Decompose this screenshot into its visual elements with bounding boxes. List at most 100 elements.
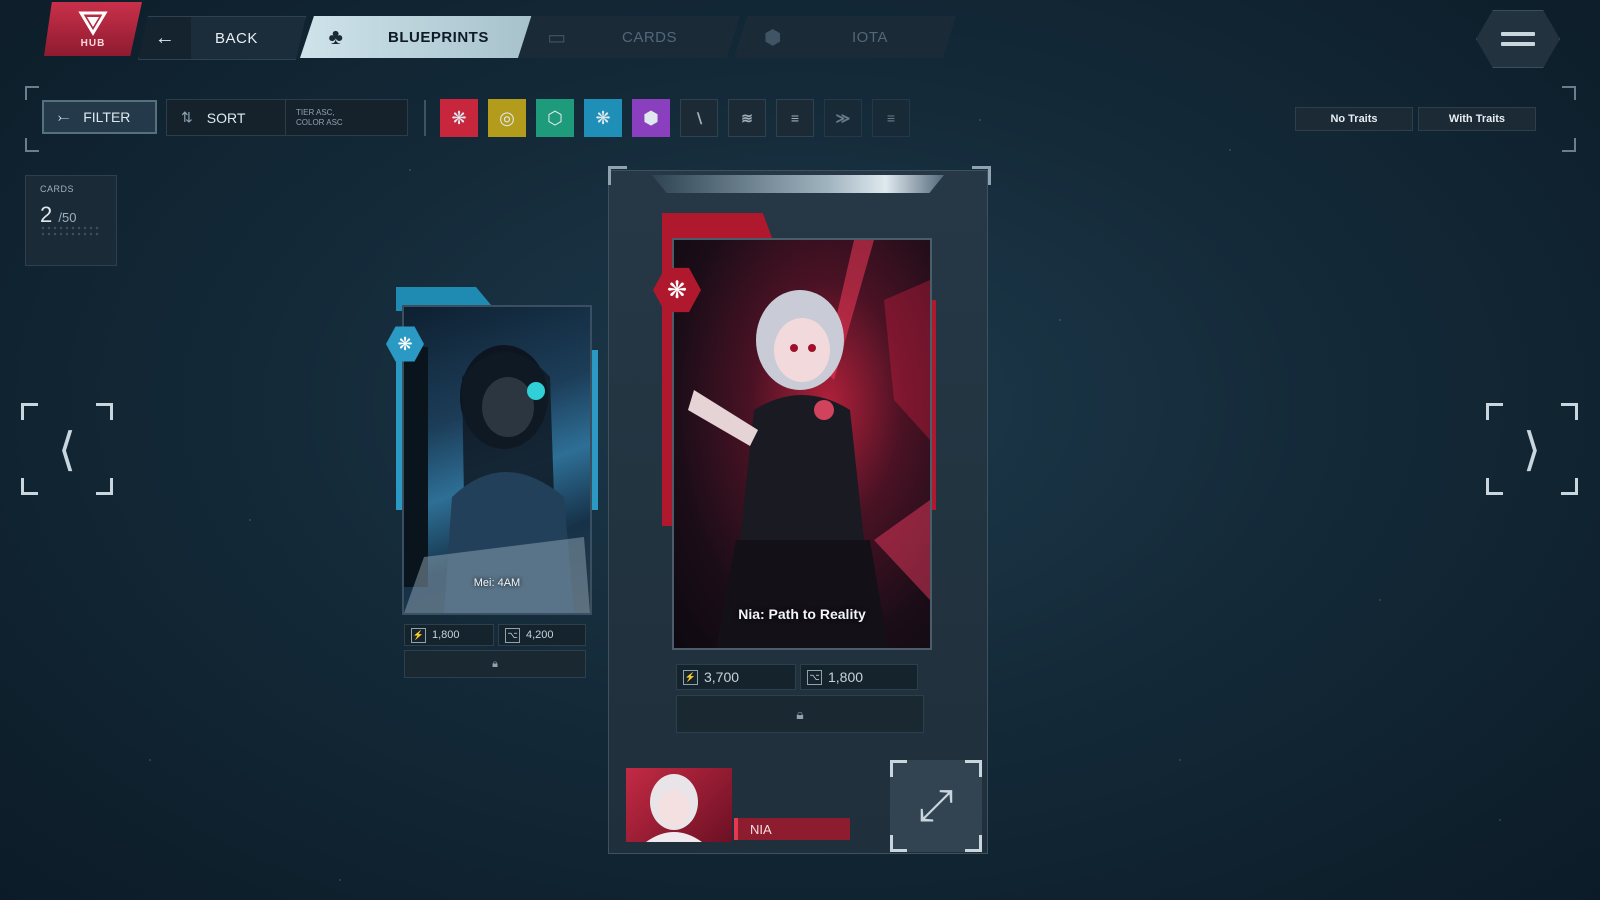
menu-button[interactable]: [1476, 10, 1560, 68]
card-mei-power-stat: ⚡ 1,800: [404, 624, 494, 646]
tab-iota-label: IOTA: [852, 28, 888, 46]
color-filter-green[interactable]: ⬡: [536, 99, 574, 137]
toolbar-bracket: [1562, 86, 1576, 100]
sort-value-line2: COLOR ASC: [296, 117, 343, 127]
panel-top-bar: [652, 175, 944, 193]
counter-dots-decoration: [40, 225, 100, 239]
card-mei-lock-bar[interactable]: 🔒︎: [404, 650, 586, 678]
card-nia-power-value: 3,700: [704, 669, 740, 685]
cost-grid-icon: ⌥: [807, 669, 822, 685]
sort-icon: ⇅: [181, 109, 193, 125]
tier-filter-2[interactable]: ≋: [728, 99, 766, 137]
toolbar-divider: [424, 100, 426, 136]
arrow-bracket: [96, 403, 113, 420]
filter-label: FILTER: [83, 109, 131, 125]
toolbar-bracket: [25, 138, 39, 152]
card-nia-stats: ⚡ 3,700 ⌥ 1,800: [676, 664, 918, 690]
card-nia-power-stat: ⚡ 3,700: [676, 664, 796, 690]
tier-filter-1[interactable]: ∖: [680, 99, 718, 137]
no-traits-label: No Traits: [1330, 113, 1378, 125]
hub-button[interactable]: HUB: [44, 2, 142, 56]
counter-total: /50: [58, 210, 77, 225]
lock-icon: 🔒︎: [492, 657, 498, 670]
tier-5-icon: ≡: [886, 110, 896, 126]
card-mei[interactable]: Mei: 4AM: [402, 305, 592, 615]
arrow-bracket: [1486, 403, 1503, 420]
menu-line-icon: [1501, 32, 1535, 36]
color-filter-gold[interactable]: ◎: [488, 99, 526, 137]
next-arrow-button[interactable]: ⟩: [1486, 403, 1578, 495]
tab-cards[interactable]: ▭ CARDS: [518, 16, 740, 58]
card-nia-cost-stat: ⌥ 1,800: [800, 664, 918, 690]
sort-button[interactable]: ⇅ SORT TIER ASC, COLOR ASC: [166, 99, 408, 136]
cost-grid-icon: ⌥: [505, 627, 520, 643]
with-traits-label: With Traits: [1448, 113, 1506, 125]
cyan-grid-icon: ❋: [397, 333, 413, 354]
toolbar-bracket: [1562, 138, 1576, 152]
back-arrow-icon: ←: [154, 26, 176, 49]
tier-filter-3[interactable]: ≡: [776, 99, 814, 137]
tab-iota[interactable]: ⬢ IOTA: [734, 16, 956, 58]
hub-label: HUB: [80, 37, 106, 49]
expand-bracket: [965, 760, 982, 777]
back-label: BACK: [215, 29, 258, 47]
expand-bracket: [965, 835, 982, 852]
color-filter-purple[interactable]: ⬢: [632, 99, 670, 137]
color-filter-red[interactable]: ❋: [440, 99, 478, 137]
tab-blueprints-label: BLUEPRINTS: [388, 28, 489, 46]
back-button[interactable]: ← BACK: [138, 16, 306, 60]
card-nia-cost-value: 1,800: [828, 669, 864, 685]
tier-3-icon: ≡: [790, 110, 800, 126]
card-nia[interactable]: Nia: Path to Reality: [672, 238, 932, 650]
toolbar-bracket: [25, 86, 39, 100]
sort-value-line1: TIER ASC,: [296, 107, 335, 117]
tier-2-icon: ≋: [741, 109, 753, 126]
lightning-icon: ⚡: [683, 669, 698, 685]
counter-title: CARDS: [40, 184, 75, 194]
panel-bracket: [608, 166, 627, 185]
tab-cards-label: CARDS: [622, 28, 678, 46]
panel-bracket: [972, 166, 991, 185]
chevron-left-icon: ⟨: [58, 423, 76, 475]
blueprints-icon: ♣: [328, 24, 344, 49]
arrow-bracket: [1561, 478, 1578, 495]
expand-bracket: [890, 760, 907, 777]
tier-1-icon: ∖: [694, 109, 704, 126]
arrow-bracket: [21, 478, 38, 495]
avatar: [646, 774, 702, 842]
cyan-grid-icon: ❋: [595, 107, 611, 128]
prev-arrow-button[interactable]: ⟨: [21, 403, 113, 495]
hub-logo-icon: [78, 11, 108, 36]
card-nia-artwork: [688, 240, 930, 648]
character-name-tag: NIA: [734, 818, 850, 840]
tier-filter-5[interactable]: ≡: [872, 99, 910, 137]
red-sigil-icon: ❋: [451, 107, 467, 128]
expand-bracket: [890, 835, 907, 852]
character-name: NIA: [750, 821, 772, 837]
gold-signal-icon: ◎: [499, 107, 515, 128]
card-mei-artwork: [404, 345, 590, 613]
card-counter: CARDS 2 /50: [25, 175, 117, 266]
counter-count: 2: [40, 202, 53, 227]
tier-filter-4[interactable]: ≫: [824, 99, 862, 137]
cards-tab-icon: ▭: [547, 26, 567, 49]
tab-blueprints[interactable]: ♣ BLUEPRINTS: [300, 16, 532, 58]
with-traits-button[interactable]: With Traits: [1418, 107, 1536, 131]
purple-sigil-icon: ⬢: [643, 107, 659, 128]
character-portrait[interactable]: [626, 768, 732, 842]
card-nia-lock-bar[interactable]: 🔒︎: [676, 695, 924, 733]
lock-icon: 🔒︎: [796, 705, 804, 722]
expand-icon: ⤢: [918, 781, 954, 830]
expand-card-button[interactable]: ⤢: [890, 760, 982, 852]
iota-tab-icon: ⬢: [764, 26, 782, 49]
no-traits-button[interactable]: No Traits: [1295, 107, 1413, 131]
lightning-icon: ⚡: [411, 627, 426, 643]
card-mei-power-value: 1,800: [432, 629, 460, 641]
color-filter-cyan[interactable]: ❋: [584, 99, 622, 137]
tier-4-icon: ≫: [835, 109, 851, 126]
filter-icon: ⤚: [58, 108, 70, 125]
card-mei-cost-value: 4,200: [526, 629, 554, 641]
filter-button[interactable]: ⤚ FILTER: [42, 100, 157, 134]
chevron-right-icon: ⟩: [1523, 423, 1541, 475]
card-nia-name: Nia: Path to Reality: [738, 606, 866, 622]
